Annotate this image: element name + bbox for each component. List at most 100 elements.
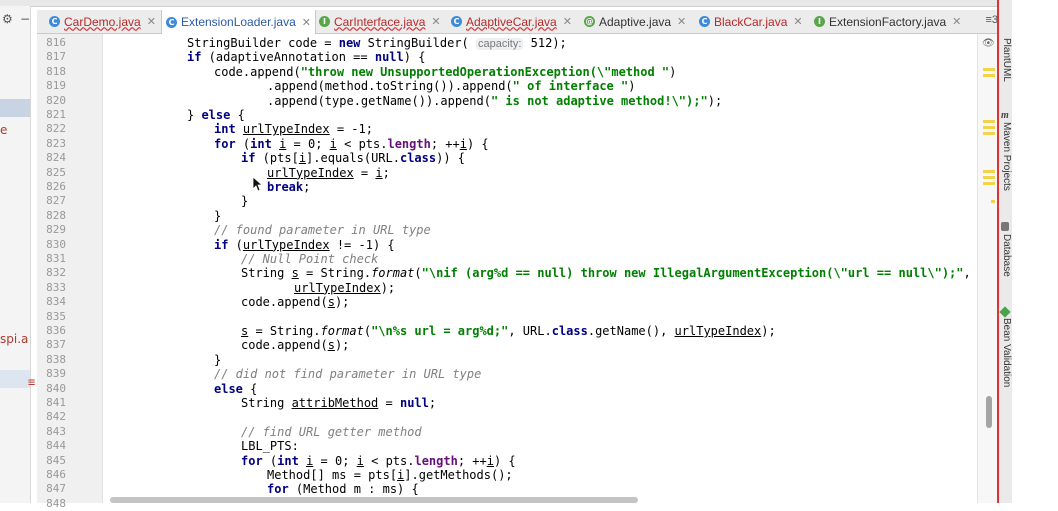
code-line[interactable]: // Null Point check [241,252,378,266]
code-line[interactable]: else { [214,382,257,396]
code-line[interactable]: if (adaptiveAnnotation == null) { [187,50,425,64]
tab-adaptive[interactable]: @ Adaptive.java ✕ [580,10,690,33]
code-line[interactable]: .append(type.getName()).append(" is not … [267,94,722,108]
selected-row[interactable] [0,370,30,388]
line-number: 818 [46,64,66,78]
line-number: 847 [46,482,66,496]
code-line[interactable]: String attribMethod = null; [241,396,436,410]
tab-label: Adaptive.java [599,14,672,29]
tab-label: ExtensionLoader.java [181,15,296,29]
mouse-pointer-icon [252,176,262,192]
tab-adaptivecar[interactable]: C AdaptiveCar.java ✕ [447,10,576,33]
code-line[interactable]: code.append("throw new UnsupportedOperat… [214,65,676,79]
tab-blackcar[interactable]: C BlackCar.java ✕ [695,10,807,33]
warning-mark[interactable] [983,170,995,173]
warning-mark[interactable] [983,182,995,185]
error-stripe[interactable]: 👁 [977,34,998,503]
class-icon: C [166,16,177,28]
tab-cardemo[interactable]: C CarDemo.java ✕ [45,10,160,33]
code-line[interactable]: code.append(s); [241,295,349,309]
tab-extensionfactory[interactable]: I ExtensionFactory.java ✕ [810,10,965,33]
minimize-icon[interactable]: − [20,12,30,26]
line-number: 829 [46,223,66,237]
line-number: 838 [46,352,66,366]
code-line[interactable]: } else { [187,108,245,122]
code-line[interactable]: for (int i = 0; i < pts.length; ++i) { [214,137,489,151]
gear-icon[interactable]: ⚙ [2,12,13,26]
code-line[interactable]: code.append(s); [241,338,349,352]
code-line[interactable]: // found parameter in URL type [214,223,431,237]
line-number: 817 [46,50,66,64]
eye-icon[interactable]: 👁 [982,38,995,49]
code-line[interactable]: String s = String.format("\nif (arg%d ==… [241,266,971,280]
code-editor[interactable]: StringBuilder code = new StringBuilder( … [103,34,977,503]
code-line[interactable]: StringBuilder code = new StringBuilder( … [187,36,567,50]
code-line[interactable]: // did not find parameter in URL type [214,367,481,381]
warning-mark[interactable] [983,120,995,123]
warning-mark[interactable] [983,126,995,129]
code-line[interactable]: s = String.format("\n%s url = arg%d;", U… [241,324,776,338]
line-number: 846 [46,468,66,481]
tree-fragment[interactable]: spi.a [0,332,28,346]
line-number: 820 [46,93,66,107]
close-icon[interactable]: ✕ [302,16,311,29]
warning-mark[interactable] [983,74,995,77]
warning-mark[interactable] [983,176,995,179]
close-icon[interactable]: ✕ [677,15,686,28]
tab-label: BlackCar.java [714,14,788,29]
annotation-icon: @ [584,16,595,27]
line-number: 830 [46,237,66,251]
line-number: 844 [46,439,66,453]
code-line[interactable]: urlTypeIndex); [294,281,395,295]
code-line[interactable]: } [241,194,248,208]
project-panel-edge[interactable]: ⚙ − e spi.a [0,6,31,503]
code-line[interactable]: for (Method m : ms) { [267,482,419,496]
line-number: 834 [46,295,66,309]
line-number: 835 [46,309,66,323]
close-icon[interactable]: ✕ [952,15,961,28]
code-line[interactable]: .append(method.toString()).append(" of i… [267,79,635,93]
tool-window-maven[interactable]: Maven Projects [999,122,1012,191]
tool-window-bean-validation[interactable]: Bean Validation [999,318,1012,387]
class-icon: C [49,16,60,27]
code-line[interactable]: // find URL getter method [241,425,422,439]
warning-mark[interactable] [983,132,995,135]
tab-label: CarInterface.java [334,14,426,29]
line-number: 840 [46,381,66,395]
code-line[interactable]: if (pts[i].equals(URL.class)) { [241,151,465,165]
code-line[interactable]: int urlTypeIndex = -1; [214,122,373,136]
tool-window-database[interactable]: Database [999,234,1012,277]
code-line[interactable]: Method[] ms = pts[i].getMethods(); [267,468,513,482]
editor-tab-bar: C CarDemo.java ✕ C ExtensionLoader.java … [37,10,1000,34]
vertical-scrollbar[interactable] [986,396,992,428]
close-icon[interactable]: ✕ [793,15,802,28]
line-number: 821 [46,108,66,121]
line-number: 837 [46,338,66,352]
tab-carinterface[interactable]: I CarInterface.java ✕ [315,10,445,33]
line-number: 824 [46,151,66,165]
code-line[interactable]: if (urlTypeIndex != -1) { [214,238,395,252]
tab-extensionloader[interactable]: C ExtensionLoader.java ✕ [161,10,316,34]
tool-window-plantuml[interactable]: PlantUML [999,38,1012,82]
right-tool-bar: PlantUML m Maven Projects Database Bean … [997,0,1012,503]
close-icon[interactable]: ✕ [147,15,156,28]
warning-mark[interactable] [983,68,995,71]
close-icon[interactable]: ✕ [563,15,572,28]
line-number: 819 [46,79,66,93]
line-number: 826 [46,180,66,193]
horizontal-scrollbar[interactable] [110,497,638,503]
warning-mark[interactable] [991,200,995,203]
selected-row[interactable] [0,99,30,117]
code-line[interactable]: for (int i = 0; i < pts.length; ++i) { [241,454,516,468]
close-icon[interactable]: ✕ [431,15,440,28]
line-number: 843 [46,424,66,438]
class-icon: C [699,16,710,27]
code-line[interactable]: } [214,353,221,367]
interface-icon: I [319,16,330,27]
line-number: 842 [46,410,66,424]
code-line[interactable]: LBL_PTS: [241,439,299,453]
code-line[interactable]: } [214,209,221,223]
tree-fragment[interactable]: e [0,123,7,137]
code-line[interactable]: urlTypeIndex = i; [267,166,390,180]
code-line[interactable]: break; [267,180,310,194]
